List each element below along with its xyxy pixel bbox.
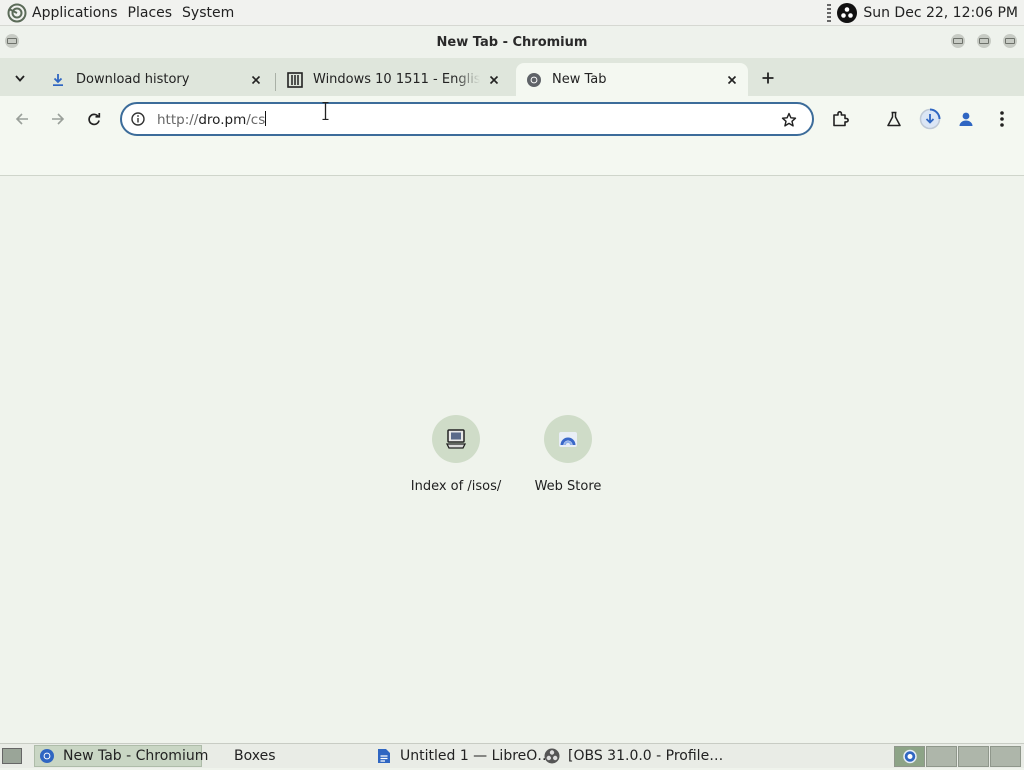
shortcut-tile-isos[interactable]: Index of /isos/ [400, 415, 512, 494]
shortcut-label: Web Store [534, 479, 602, 494]
reload-icon[interactable] [82, 107, 106, 131]
bookmarks-bar [0, 142, 1024, 176]
computer-icon [432, 415, 480, 463]
taskbar-label: New Tab - Chromium [63, 748, 209, 764]
text-cursor-icon [322, 102, 329, 120]
window-titlebar[interactable]: New Tab - Chromium [0, 26, 1024, 58]
shortcut-label: Index of /isos/ [410, 479, 502, 494]
tab-separator [275, 73, 276, 91]
menu-kebab-icon[interactable] [990, 107, 1014, 131]
close-window-icon[interactable] [1003, 34, 1017, 48]
workspace-2[interactable] [926, 746, 957, 767]
shortcut-tile-web-store[interactable]: Web Store [512, 415, 624, 494]
tab-new-tab[interactable]: New Tab [516, 63, 748, 96]
close-tab-icon[interactable] [248, 72, 264, 88]
taskbar-item-libreoffice[interactable]: Untitled 1 — LibreO… [372, 745, 551, 767]
bottom-taskbar: New Tab - Chromium Boxes Untitled 1 — Li… [0, 743, 1024, 768]
address-bar[interactable]: http://dro.pm/cs [120, 102, 814, 136]
obs-icon [544, 748, 560, 764]
tab-label: New Tab [552, 72, 607, 87]
panel-handle [827, 3, 832, 22]
panel-clock[interactable]: Sun Dec 22, 12:06 PM [863, 5, 1018, 21]
forward-arrow-icon[interactable] [46, 107, 70, 131]
chromium-icon [39, 748, 55, 764]
tab-windows-10[interactable]: Windows 10 1511 - English/Fr [277, 63, 510, 96]
workspace-3[interactable] [958, 746, 989, 767]
taskbar-item-chromium[interactable]: New Tab - Chromium [34, 745, 208, 767]
distro-logo-icon[interactable] [7, 3, 27, 23]
minimize-icon[interactable] [951, 34, 965, 48]
taskbar-label: Untitled 1 — LibreO… [400, 748, 552, 764]
show-desktop-icon[interactable] [2, 748, 22, 764]
maximize-icon[interactable] [977, 34, 991, 48]
tab-search-chevron-icon[interactable] [10, 68, 30, 88]
taskbar-label: [OBS 31.0.0 - Profile… [568, 748, 724, 764]
download-icon [50, 72, 66, 88]
close-tab-icon[interactable] [486, 72, 502, 88]
taskbar-item-boxes[interactable]: Boxes [206, 745, 366, 767]
writer-icon [376, 748, 392, 764]
applications-menu[interactable]: Applications [32, 5, 124, 21]
url-scheme: http:// [157, 112, 199, 128]
close-tab-icon[interactable] [724, 72, 740, 88]
archive-icon [287, 71, 303, 88]
tab-download-history[interactable]: Download history [40, 63, 272, 96]
url-host: dro.pm [198, 112, 247, 128]
url-path: /cs [246, 112, 266, 128]
labs-flask-icon[interactable] [882, 107, 906, 131]
taskbar-item-obs[interactable]: [OBS 31.0.0 - Profile… [540, 745, 723, 767]
workspace-1[interactable] [894, 746, 925, 767]
site-info-icon[interactable] [130, 111, 146, 127]
tab-label: Download history [76, 72, 190, 87]
window-title: New Tab - Chromium [436, 34, 588, 50]
tab-strip: Download history Windows 10 1511 - Engli… [0, 58, 1024, 96]
boxes-icon [210, 748, 226, 764]
bookmark-star-icon[interactable] [780, 111, 798, 129]
new-tab-plus-icon[interactable] [757, 67, 779, 89]
address-text[interactable]: http://dro.pm/cs [157, 111, 267, 128]
chromium-icon [526, 72, 542, 88]
window-menu-icon[interactable] [5, 34, 19, 48]
places-menu[interactable]: Places [128, 5, 179, 21]
text-caret [265, 111, 267, 126]
workspace-4[interactable] [990, 746, 1021, 767]
system-menu[interactable]: System [182, 5, 240, 21]
new-tab-page: Index of /isos/ Web Store [0, 177, 1024, 743]
taskbar-label: Boxes [234, 748, 276, 764]
top-panel: Applications Places System Sun Dec 22, 1… [0, 0, 1024, 26]
back-arrow-icon[interactable] [10, 107, 34, 131]
obs-tray-icon[interactable] [837, 2, 858, 23]
extensions-puzzle-icon[interactable] [828, 107, 852, 131]
profile-avatar-icon[interactable] [954, 107, 978, 131]
webstore-icon [544, 415, 592, 463]
downloads-progress-icon[interactable] [918, 107, 942, 131]
tab-label: Windows 10 1511 - English/Fr [313, 72, 480, 87]
